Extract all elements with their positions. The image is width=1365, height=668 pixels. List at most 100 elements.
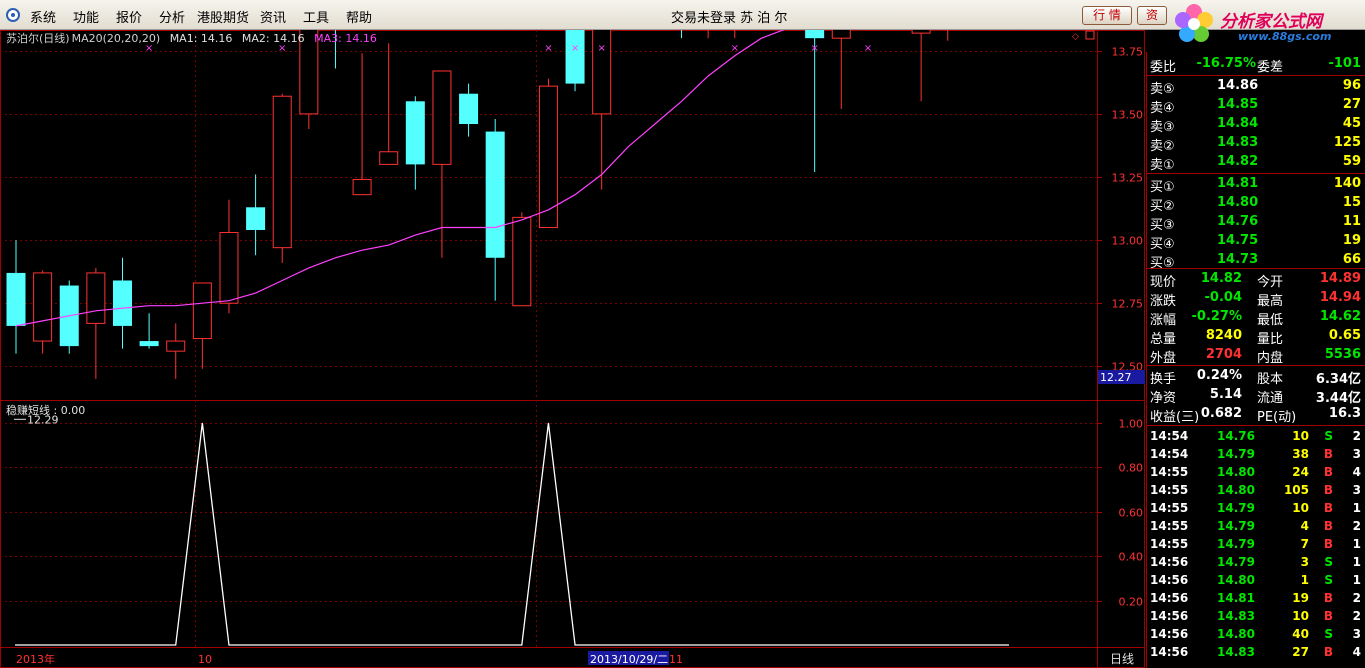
tick-volume: 1 xyxy=(1300,573,1309,587)
tick-time: 14:55 xyxy=(1150,537,1189,551)
tick-side: B xyxy=(1323,591,1333,605)
bid-row: 买① 14.81 140 xyxy=(1147,175,1365,195)
weibi-value: -16.75% xyxy=(1196,56,1256,71)
period-label: 日线 xyxy=(1110,652,1134,666)
tick-side: B xyxy=(1323,645,1333,659)
price-tick-label: 13.50 xyxy=(1112,109,1144,122)
tick-count: 4 xyxy=(1352,465,1361,479)
stat-label-2: 最低 xyxy=(1257,313,1284,328)
stat-label-2: 今开 xyxy=(1257,275,1284,290)
menu-help[interactable]: 帮助 xyxy=(346,7,372,26)
menu-tools[interactable]: 工具 xyxy=(303,7,329,26)
tick-time: 14:56 xyxy=(1150,573,1189,587)
tick-side: S xyxy=(1324,627,1333,641)
tick-side: S xyxy=(1324,573,1333,587)
tick-price: 14.79 xyxy=(1217,447,1255,461)
ask-volume: 125 xyxy=(1333,135,1361,150)
menu-quote[interactable]: 报价 xyxy=(116,7,142,26)
chart-canvas[interactable]: 12.5012.7513.0013.2513.5013.7514.0014.25… xyxy=(0,30,1145,668)
stat-label: 总量 xyxy=(1150,332,1177,347)
menu-function[interactable]: 功能 xyxy=(73,7,99,26)
stat-label-2: 量比 xyxy=(1257,332,1284,347)
tick-volume: 38 xyxy=(1292,447,1309,461)
time-axis-year: 2013年 xyxy=(16,652,55,666)
tick-price: 14.79 xyxy=(1217,555,1255,569)
weibi-separator xyxy=(1147,75,1365,76)
tick-time: 14:54 xyxy=(1150,429,1189,443)
weibi-row: 委比 -16.75% 委差 -101 xyxy=(1147,55,1365,75)
candle xyxy=(911,30,931,102)
time-axis-month-10: 10 xyxy=(198,653,212,666)
bid-volume: 19 xyxy=(1342,233,1361,248)
stat-label: 涨幅 xyxy=(1150,313,1177,328)
fund-value: 0.24% xyxy=(1196,368,1242,383)
candle xyxy=(405,96,425,190)
signal-marker: × xyxy=(544,43,552,54)
fund-value-2: 3.44亿 xyxy=(1315,391,1361,406)
candle xyxy=(485,118,505,301)
tick-count: 3 xyxy=(1352,447,1361,461)
logo-url[interactable]: www.88gs.com xyxy=(1238,30,1331,43)
stat-value: -0.04 xyxy=(1204,290,1242,305)
stat-value-2: 14.94 xyxy=(1319,290,1361,305)
tick-price: 14.80 xyxy=(1217,483,1255,497)
tick-count: 3 xyxy=(1352,627,1361,641)
candle xyxy=(707,30,709,39)
price-tick-label: 13.25 xyxy=(1112,172,1144,185)
menu-system[interactable]: 系统 xyxy=(30,7,56,26)
tick-price: 14.83 xyxy=(1217,609,1255,623)
signal-marker: × xyxy=(571,43,579,54)
ask-price: 14.84 xyxy=(1217,116,1259,131)
chart-area[interactable]: 12.5012.7513.0013.2513.5013.7514.0014.25… xyxy=(0,30,1145,668)
candle xyxy=(166,323,186,379)
bid-level-label: 买① xyxy=(1150,180,1175,195)
info-button[interactable]: 资 xyxy=(1137,6,1167,25)
tick-side: B xyxy=(1323,447,1333,461)
candle-body xyxy=(459,93,479,124)
menu-hk-futures[interactable]: 港股期货 xyxy=(197,7,249,26)
main-chart-title: 苏泊尔(日线) xyxy=(6,32,70,45)
tick-volume: 10 xyxy=(1292,429,1309,443)
signal-marker: × xyxy=(597,43,605,54)
menu-news[interactable]: 资讯 xyxy=(260,7,286,26)
quote-panel: 委比 -16.75% 委差 -101 卖⑤ 14.86 96 卖④ 14.85 27 卖③ 14.84… xyxy=(1146,52,1365,668)
fundamentals-row: 净资 5.14 流通 3.44亿 xyxy=(1147,386,1365,406)
tick-row: 14:56 14.83 27 B 4 xyxy=(1147,644,1365,662)
tick-volume: 10 xyxy=(1292,501,1309,515)
candle xyxy=(681,30,683,39)
tick-time: 14:55 xyxy=(1150,519,1189,533)
tick-count: 2 xyxy=(1352,429,1361,443)
fund-value-2: 16.3 xyxy=(1328,406,1361,421)
logo-text: 分析家公式网 xyxy=(1220,12,1322,32)
fundamentals-separator xyxy=(1147,365,1365,366)
stat-value: 2704 xyxy=(1205,347,1242,362)
signal-marker: × xyxy=(864,43,872,54)
candle xyxy=(139,313,159,349)
tick-price: 14.79 xyxy=(1217,519,1255,533)
fund-label: 换手 xyxy=(1150,372,1177,387)
tick-count: 1 xyxy=(1352,501,1361,515)
flower-logo-icon xyxy=(1175,4,1213,42)
bid-level-label: 买③ xyxy=(1150,218,1175,233)
bid-volume: 66 xyxy=(1342,252,1361,267)
tick-time: 14:55 xyxy=(1150,501,1189,515)
app-logo-icon[interactable] xyxy=(6,8,20,22)
fund-value-2: 6.34亿 xyxy=(1315,372,1361,387)
menu-analysis[interactable]: 分析 xyxy=(159,7,185,26)
bid-row: 买④ 14.75 19 xyxy=(1147,232,1365,252)
candle xyxy=(947,30,949,41)
market-button[interactable]: 行 情 xyxy=(1082,6,1132,25)
stats-row: 现价 14.82 今开 14.89 xyxy=(1147,270,1365,290)
tick-row: 14:55 14.80 24 B 4 xyxy=(1147,464,1365,482)
fund-value: 5.14 xyxy=(1209,387,1242,402)
candle xyxy=(734,30,736,39)
stat-label-2: 内盘 xyxy=(1257,351,1284,366)
tick-time: 14:55 xyxy=(1150,465,1189,479)
tick-volume: 40 xyxy=(1292,627,1309,641)
book-separator xyxy=(1147,173,1365,174)
tick-count: 1 xyxy=(1352,537,1361,551)
tick-row: 14:55 14.79 7 B 1 xyxy=(1147,536,1365,554)
tick-row: 14:54 14.76 10 S 2 xyxy=(1147,428,1365,446)
ask-level-label: 卖⑤ xyxy=(1150,82,1175,97)
ma-params: MA20(20,20,20) xyxy=(71,32,161,45)
